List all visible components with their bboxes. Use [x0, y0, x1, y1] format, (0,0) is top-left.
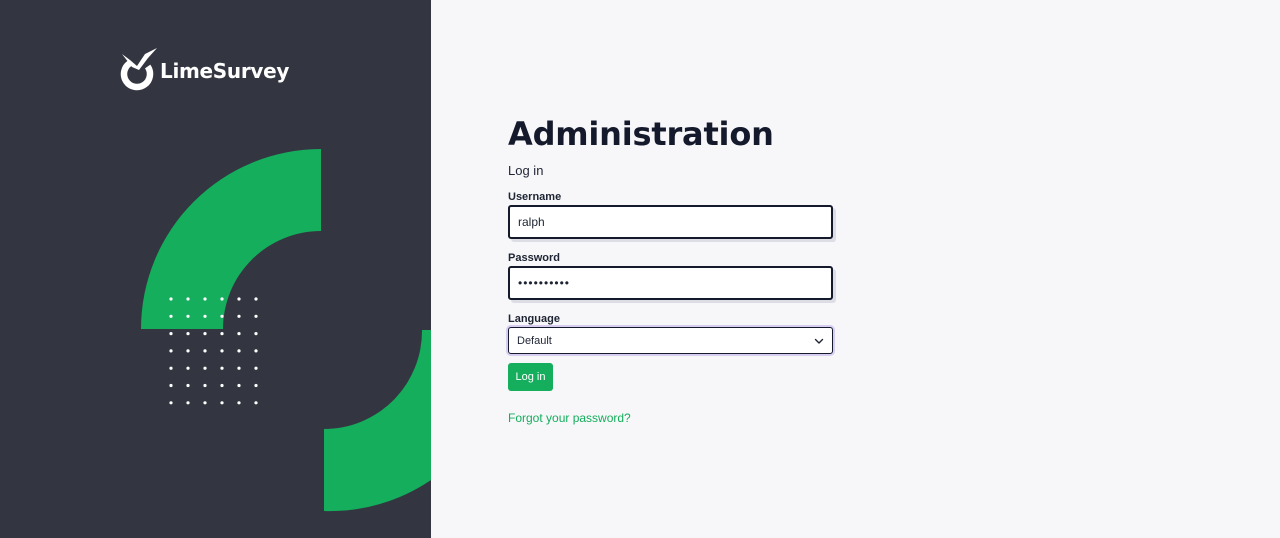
page-subtitle: Log in	[508, 163, 544, 178]
username-label: Username	[508, 191, 562, 203]
decorative-dot	[237, 297, 241, 301]
language-selected-value: Default	[517, 334, 552, 347]
decorative-dot	[203, 297, 207, 301]
decorative-dot	[220, 297, 224, 301]
decorative-dot	[237, 314, 241, 318]
decorative-dot	[169, 401, 173, 405]
decorative-dot	[254, 349, 258, 353]
brand-logo: LimeSurvey	[119, 46, 289, 94]
brand-name: LimeSurvey	[160, 59, 290, 83]
decorative-dot	[254, 297, 258, 301]
login-button[interactable]: Log in	[508, 363, 553, 391]
decorative-dot	[237, 332, 241, 336]
decorative-dot	[254, 332, 258, 336]
decorative-dot	[186, 297, 190, 301]
decorative-dot	[220, 314, 224, 318]
decorative-dot	[169, 297, 173, 301]
decorative-dot	[237, 383, 241, 388]
decorative-dot	[237, 401, 241, 405]
decorative-dot	[254, 401, 258, 405]
decorative-dot	[254, 314, 258, 318]
decorative-dot	[220, 349, 224, 353]
decorative-dot	[203, 349, 207, 353]
password-input[interactable]	[508, 266, 833, 300]
decorative-dot	[169, 366, 173, 370]
decorative-dot	[220, 383, 224, 388]
page-title: Administration	[508, 115, 774, 153]
forgot-password-link[interactable]: Forgot your password?	[508, 411, 631, 425]
decorative-dot	[186, 401, 190, 405]
limesurvey-logo-icon	[120, 48, 157, 91]
decorative-dot	[203, 366, 207, 370]
green-arc-top	[141, 149, 321, 329]
brand-side-panel: LimeSurvey	[0, 0, 431, 538]
decorative-dot	[220, 366, 224, 370]
decorative-dot	[254, 366, 258, 370]
decorative-dot	[169, 349, 173, 353]
username-input[interactable]	[508, 205, 833, 239]
decorative-dot	[186, 349, 190, 353]
chevron-down-icon	[814, 338, 824, 344]
language-label: Language	[508, 313, 560, 325]
decorative-dot	[169, 383, 173, 388]
decorative-dot	[169, 314, 173, 318]
decorative-dot	[220, 332, 224, 336]
decorative-dot	[186, 314, 190, 318]
decorative-dot	[237, 366, 241, 370]
login-page: LimeSurvey Administration Log in Usernam…	[0, 0, 1280, 538]
password-label: Password	[508, 252, 560, 264]
green-arc-bottom	[324, 330, 431, 512]
decorative-dot	[203, 383, 207, 388]
decorative-dot	[186, 366, 190, 370]
decorative-dot	[254, 383, 258, 388]
decorative-dot	[203, 401, 207, 405]
decorative-dot	[203, 332, 207, 336]
decorative-dot	[186, 332, 190, 336]
decorative-dot	[220, 401, 224, 405]
decorative-dot	[186, 383, 190, 388]
decorative-dot	[169, 332, 173, 336]
decorative-dot	[203, 314, 207, 318]
decorative-dot	[237, 349, 241, 353]
language-select[interactable]: Default	[508, 327, 833, 354]
